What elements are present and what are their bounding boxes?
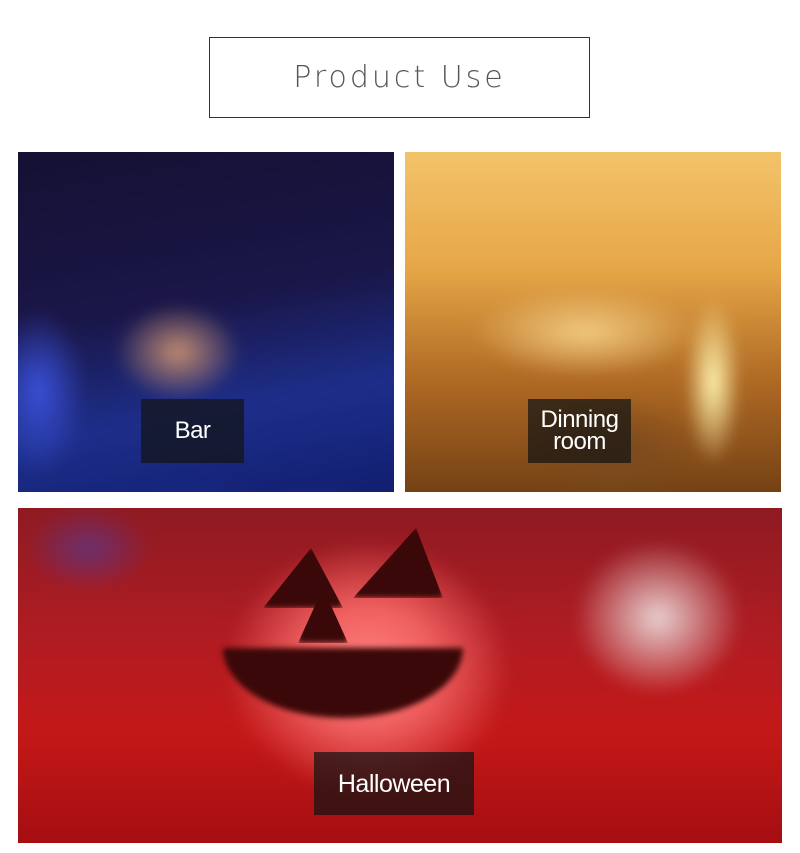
dining-label-line2: room — [553, 428, 606, 455]
page-title: Product Use — [293, 60, 506, 95]
product-use-title-box: Product Use — [209, 37, 590, 118]
halloween-label-text: Halloween — [337, 769, 451, 798]
halloween-label: Halloween — [314, 752, 474, 815]
dining-room-label: Dinning room — [528, 399, 631, 463]
bar-label-text: Bar — [174, 417, 211, 444]
bar-label: Bar — [141, 399, 244, 463]
